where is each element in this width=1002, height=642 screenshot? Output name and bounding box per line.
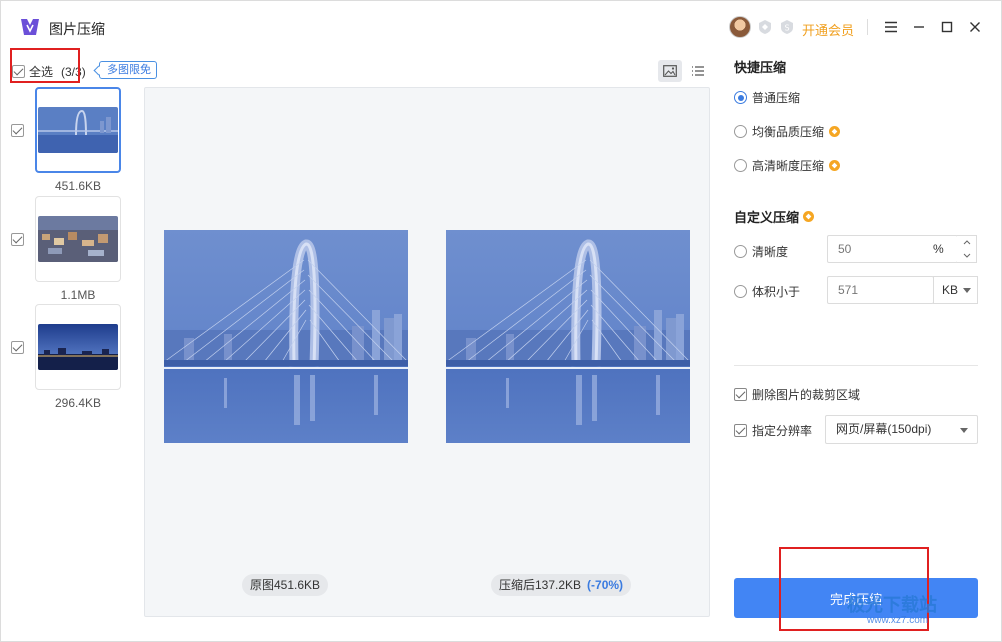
stepper-down-icon[interactable] bbox=[957, 249, 976, 262]
bridge-image-thumbnail bbox=[38, 107, 118, 153]
image-view-toggle[interactable] bbox=[658, 60, 682, 82]
title-divider bbox=[867, 19, 868, 35]
radio-size-limit[interactable]: 体积小于 bbox=[734, 283, 800, 300]
checkbox-icon bbox=[734, 424, 747, 437]
remove-crop-checkbox[interactable]: 删除图片的裁剪区域 bbox=[734, 386, 860, 403]
watermark-url: www.xz7.com bbox=[867, 615, 929, 626]
clarity-unit: % bbox=[933, 242, 944, 256]
thumbnail-size: 296.4KB bbox=[54, 396, 102, 410]
thumbnail-card[interactable] bbox=[35, 304, 121, 390]
resolution-value: 网页/屏幕(150dpi) bbox=[836, 422, 932, 436]
app-logo-icon bbox=[21, 19, 39, 35]
city-image-thumbnail bbox=[38, 216, 118, 262]
select-all-checkbox[interactable]: 全选 (3/3) bbox=[12, 63, 86, 80]
quick-compress-title: 快捷压缩 bbox=[734, 57, 786, 76]
vip-crown-icon bbox=[803, 211, 815, 222]
section-divider bbox=[734, 365, 978, 366]
thumbnail-card[interactable] bbox=[35, 196, 121, 282]
compressed-size-caption: 压缩后137.2KB (-70%) bbox=[491, 574, 632, 596]
radio-selected-icon bbox=[734, 91, 747, 104]
compressed-image-preview bbox=[446, 230, 690, 443]
original-size-caption: 原图451.6KB bbox=[242, 574, 329, 596]
thumbnail-checkbox[interactable] bbox=[11, 233, 24, 246]
list-view-toggle[interactable] bbox=[686, 60, 710, 82]
radio-label: 均衡品质压缩 bbox=[752, 125, 825, 139]
size-limit-input[interactable]: 571 bbox=[827, 276, 934, 304]
remove-crop-label: 删除图片的裁剪区域 bbox=[752, 388, 861, 402]
maximize-icon[interactable] bbox=[937, 17, 957, 37]
clarity-stepper[interactable] bbox=[957, 235, 977, 263]
vip-upgrade-link[interactable]: 开通会员 bbox=[802, 20, 854, 39]
chevron-down-icon bbox=[960, 428, 968, 433]
reduction-percent: (-70%) bbox=[587, 578, 624, 592]
radio-normal-compress[interactable]: 普通压缩 bbox=[734, 89, 800, 106]
original-image-preview bbox=[164, 230, 408, 443]
stepper-up-icon[interactable] bbox=[957, 236, 976, 249]
menu-icon[interactable] bbox=[881, 17, 901, 37]
thumbnail-item: 296.4KB bbox=[11, 304, 123, 414]
app-window: 图片压缩 S 开通会员 全选 (3/3) 多图限免 451.6KB 1.1MB … bbox=[0, 0, 1002, 642]
checkbox-icon bbox=[12, 65, 25, 78]
size-unit-value: KB bbox=[942, 283, 959, 297]
thumbnail-item: 451.6KB bbox=[11, 87, 123, 197]
minimize-icon[interactable] bbox=[909, 17, 929, 37]
title-bar: 图片压缩 S 开通会员 bbox=[1, 1, 1001, 53]
vip-crown-icon bbox=[829, 160, 841, 171]
compressed-size-text: 压缩后137.2KB bbox=[499, 578, 582, 592]
list-view-icon bbox=[692, 66, 704, 76]
thumbnail-item: 1.1MB bbox=[11, 196, 123, 306]
vip-crown-icon bbox=[829, 126, 841, 137]
select-all-count: (3/3) bbox=[61, 64, 86, 79]
svip-shield-icon: S bbox=[781, 20, 793, 34]
size-unit-select[interactable]: KB bbox=[933, 276, 978, 304]
radio-balanced-compress[interactable]: 均衡品质压缩 bbox=[734, 123, 841, 140]
custom-compress-title-text: 自定义压缩 bbox=[734, 210, 800, 225]
radio-icon bbox=[734, 285, 747, 298]
select-all-label: 全选 bbox=[29, 65, 54, 79]
night-skyline-thumbnail bbox=[38, 324, 118, 370]
radio-icon bbox=[734, 125, 747, 138]
vip-shield-icon bbox=[759, 20, 771, 34]
watermark: 极光下载站 www.xz7.com bbox=[847, 591, 937, 626]
resolution-label: 指定分辨率 bbox=[752, 424, 813, 438]
thumbnail-checkbox[interactable] bbox=[11, 124, 24, 137]
close-icon[interactable] bbox=[965, 17, 985, 37]
thumbnail-card[interactable] bbox=[35, 87, 121, 173]
multi-image-free-tag: 多图限免 bbox=[99, 61, 157, 79]
checkbox-icon bbox=[734, 388, 747, 401]
size-limit-value: 571 bbox=[838, 283, 859, 297]
chevron-down-icon bbox=[963, 288, 971, 293]
thumbnail-size: 1.1MB bbox=[60, 288, 96, 302]
clarity-value: 50 bbox=[838, 242, 852, 256]
thumbnail-size: 451.6KB bbox=[54, 179, 102, 193]
app-title: 图片压缩 bbox=[49, 21, 105, 37]
preview-panel: 原图451.6KB 压缩后137.2KB (-70%) bbox=[144, 87, 710, 617]
radio-hd-compress[interactable]: 高清晰度压缩 bbox=[734, 157, 841, 174]
image-view-icon bbox=[663, 65, 677, 77]
resolution-select[interactable]: 网页/屏幕(150dpi) bbox=[825, 415, 978, 444]
radio-icon bbox=[734, 245, 747, 258]
resolution-checkbox[interactable]: 指定分辨率 bbox=[734, 422, 812, 439]
radio-icon bbox=[734, 159, 747, 172]
radio-clarity[interactable]: 清晰度 bbox=[734, 243, 788, 260]
radio-label: 高清晰度压缩 bbox=[752, 159, 825, 173]
radio-label: 体积小于 bbox=[752, 285, 801, 299]
svg-text:S: S bbox=[784, 24, 789, 33]
user-avatar[interactable] bbox=[729, 16, 751, 38]
radio-label: 普通压缩 bbox=[752, 91, 801, 105]
watermark-brand: 极光下载站 bbox=[847, 595, 937, 615]
quick-compress-title-text: 快捷压缩 bbox=[734, 60, 787, 75]
thumbnail-checkbox[interactable] bbox=[11, 341, 24, 354]
radio-label: 清晰度 bbox=[752, 245, 789, 259]
custom-compress-title: 自定义压缩 bbox=[734, 207, 815, 226]
original-size-text: 原图451.6KB bbox=[250, 578, 321, 592]
